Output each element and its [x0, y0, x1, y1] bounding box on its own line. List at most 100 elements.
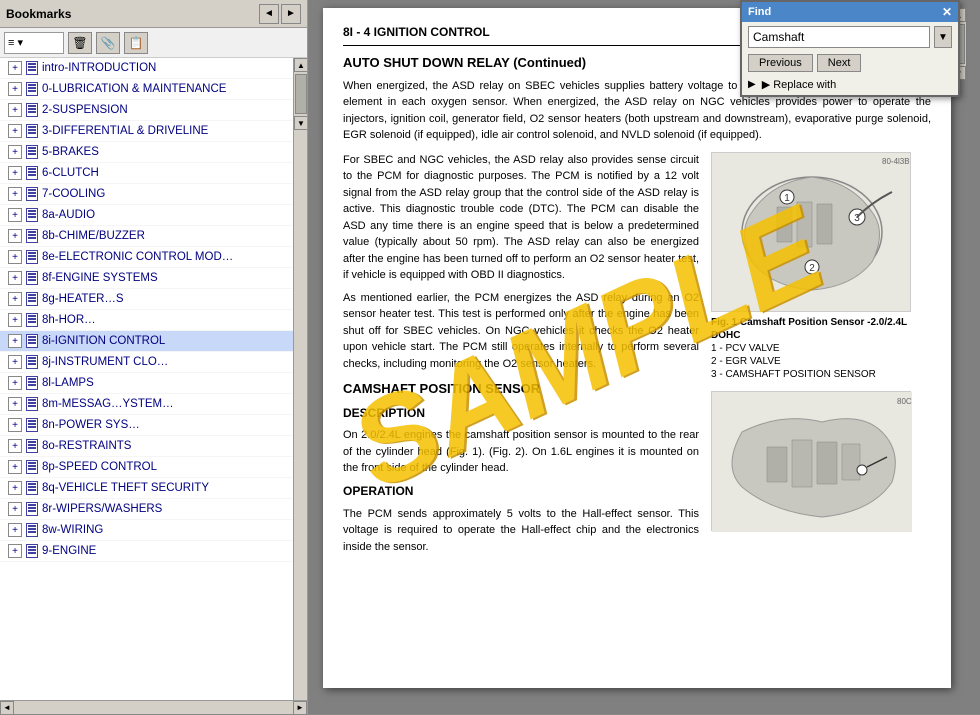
bookmark-expand-icon[interactable]: + — [8, 418, 22, 432]
bookmark-expand-icon[interactable]: + — [8, 229, 22, 243]
bookmarks-bottom-scrollbar[interactable]: ◄ ► — [0, 700, 307, 714]
find-previous-button[interactable]: Previous — [748, 54, 813, 72]
bookmark-expand-icon[interactable]: + — [8, 355, 22, 369]
bookmark-expand-icon[interactable]: + — [8, 145, 22, 159]
bookmark-expand-icon[interactable]: + — [8, 82, 22, 96]
bookmark-item[interactable]: +8e-ELECTRONIC CONTROL MOD… — [0, 247, 293, 268]
find-next-button[interactable]: Next — [817, 54, 862, 72]
bookmarks-view-dropdown[interactable]: ≡ ▾ — [4, 32, 64, 54]
bookmark-expand-icon[interactable]: + — [8, 439, 22, 453]
bookmark-expand-icon[interactable]: + — [8, 397, 22, 411]
bookmark-expand-icon[interactable]: + — [8, 376, 22, 390]
bookmark-item[interactable]: +8l-LAMPS — [0, 373, 293, 394]
bookmark-label: 8e-ELECTRONIC CONTROL MOD… — [42, 251, 233, 263]
bookmark-expand-icon[interactable]: + — [8, 166, 22, 180]
bookmark-item[interactable]: +8h-HOR… — [0, 310, 293, 331]
bookmark-item[interactable]: +8i-IGNITION CONTROL — [0, 331, 293, 352]
bookmark-expand-icon[interactable]: + — [8, 208, 22, 222]
find-search-input[interactable] — [748, 26, 930, 48]
replace-expand-icon[interactable]: ▶ — [748, 79, 756, 90]
scroll-left-arrow[interactable]: ◄ — [0, 701, 14, 715]
bookmark-label: 2-SUSPENSION — [42, 104, 128, 116]
find-toolbar: Find ✕ ▼ Previous Next ▶ ▶ Replace with — [740, 0, 960, 97]
bookmark-page-icon — [26, 418, 38, 432]
bookmark-expand-icon[interactable]: + — [8, 250, 22, 264]
nav-forward-button[interactable]: ► — [281, 4, 301, 24]
bookmark-item[interactable]: +9-ENGINE — [0, 541, 293, 562]
bookmark-label: 6-CLUTCH — [42, 167, 99, 179]
description-text: On 2.0/2.4L engines the camshaft positio… — [343, 427, 699, 477]
bookmark-page-icon — [26, 292, 38, 306]
scroll-thumb[interactable] — [295, 74, 307, 114]
bookmark-expand-icon[interactable]: + — [8, 502, 22, 516]
bookmark-item[interactable]: +8o-RESTRAINTS — [0, 436, 293, 457]
find-replace-row[interactable]: ▶ ▶ Replace with — [742, 76, 958, 95]
bookmark-expand-icon[interactable]: + — [8, 292, 22, 306]
bookmark-label: 8q-VEHICLE THEFT SECURITY — [42, 482, 209, 494]
bookmark-page-icon — [26, 439, 38, 453]
bookmark-item[interactable]: +3-DIFFERENTIAL & DRIVELINE — [0, 121, 293, 142]
bookmark-expand-icon[interactable]: + — [8, 523, 22, 537]
bookmark-item[interactable]: +8q-VEHICLE THEFT SECURITY — [0, 478, 293, 499]
bookmark-expand-icon[interactable]: + — [8, 271, 22, 285]
scroll-up-arrow[interactable]: ▲ — [294, 58, 307, 72]
bookmark-label: 8f-ENGINE SYSTEMS — [42, 272, 158, 284]
svg-text:80-4l3B5: 80-4l3B5 — [882, 157, 910, 166]
bookmark-expand-icon[interactable]: + — [8, 544, 22, 558]
bookmark-label: 9-ENGINE — [42, 545, 96, 557]
legend-1: 1 - PCV VALVE — [711, 343, 780, 354]
legend-2: 2 - EGR VALVE — [711, 356, 781, 367]
image-column: 3 1 2 — [711, 152, 931, 561]
scroll-down-arrow[interactable]: ▼ — [294, 116, 307, 130]
bookmark-expand-icon[interactable]: + — [8, 124, 22, 138]
find-close-button[interactable]: ✕ — [942, 5, 952, 19]
bookmark-icon[interactable]: 📎 — [96, 32, 120, 54]
bookmark-page-icon — [26, 481, 38, 495]
bookmark-item[interactable]: +8j-INSTRUMENT CLO… — [0, 352, 293, 373]
bookmark-label: 8w-WIRING — [42, 524, 103, 536]
bookmark-item[interactable]: +5-BRAKES — [0, 142, 293, 163]
bookmark-expand-icon[interactable]: + — [8, 313, 22, 327]
bookmark-expand-icon[interactable]: + — [8, 334, 22, 348]
page-content: SAMPLE 8I - 4 IGNITION CONTROL PT AUTO S… — [323, 8, 951, 688]
bookmark-page-icon — [26, 187, 38, 201]
bookmark-label: 8h-HOR… — [42, 314, 96, 326]
section2-title: CAMSHAFT POSITION SENSOR — [343, 380, 699, 398]
bookmark-expand-icon[interactable]: + — [8, 187, 22, 201]
figure-1-image: 3 1 2 — [711, 152, 911, 312]
bookmark-expand-icon[interactable]: + — [8, 481, 22, 495]
bookmark-item[interactable]: +8f-ENGINE SYSTEMS — [0, 268, 293, 289]
engine-diagram-2-svg: 80C1de0 — [712, 392, 912, 532]
bookmark-item[interactable]: +8g-HEATER…S — [0, 289, 293, 310]
bookmark-item[interactable]: +2-SUSPENSION — [0, 100, 293, 121]
bookmark-item[interactable]: +8a-AUDIO — [0, 205, 293, 226]
bookmark-item[interactable]: +0-LUBRICATION & MAINTENANCE — [0, 79, 293, 100]
bookmark-item[interactable]: +8p-SPEED CONTROL — [0, 457, 293, 478]
bookmark-page-icon — [26, 502, 38, 516]
bookmark-item[interactable]: +6-CLUTCH — [0, 163, 293, 184]
bookmark-item[interactable]: +intro-INTRODUCTION — [0, 58, 293, 79]
nav-back-button[interactable]: ◄ — [259, 4, 279, 24]
properties-icon[interactable]: 📋 — [124, 32, 148, 54]
scroll-track — [294, 74, 307, 114]
bookmark-expand-icon[interactable]: + — [8, 103, 22, 117]
operation-text: The PCM sends approximately 5 volts to t… — [343, 506, 699, 556]
find-title: Find — [748, 6, 771, 18]
bookmark-item[interactable]: +8w-WIRING — [0, 520, 293, 541]
bookmark-label: 7-COOLING — [42, 188, 105, 200]
bookmark-expand-icon[interactable]: + — [8, 460, 22, 474]
find-dropdown-arrow[interactable]: ▼ — [934, 26, 952, 48]
bookmark-page-icon — [26, 397, 38, 411]
bookmark-expand-icon[interactable]: + — [8, 61, 22, 75]
bookmark-item[interactable]: +8b-CHIME/BUZZER — [0, 226, 293, 247]
bookmark-item[interactable]: +8r-WIPERS/WASHERS — [0, 499, 293, 520]
bookmark-item[interactable]: +8m-MESSAG…YSTEM… — [0, 394, 293, 415]
figure-1-caption: Fig. 1 Camshaft Position Sensor -2.0/2.4… — [711, 316, 931, 381]
bookmark-label: 8i-IGNITION CONTROL — [42, 335, 165, 347]
bookmark-item[interactable]: +8n-POWER SYS… — [0, 415, 293, 436]
scroll-right-arrow[interactable]: ► — [293, 701, 307, 715]
delete-icon[interactable]: 🗑 — [68, 32, 92, 54]
bookmark-item[interactable]: +7-COOLING — [0, 184, 293, 205]
bookmarks-scrollbar[interactable]: ▲ ▼ — [293, 58, 307, 700]
find-buttons-row: Previous Next — [742, 52, 958, 76]
